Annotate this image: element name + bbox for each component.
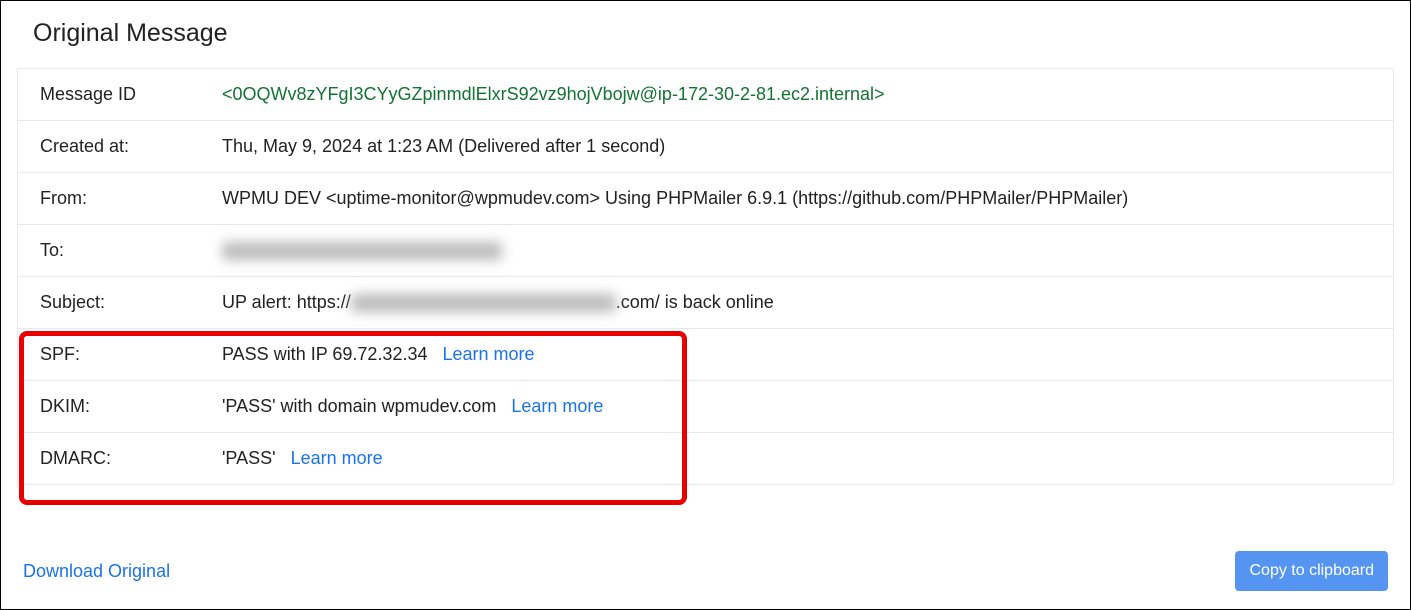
row-spf: SPF: PASS with IP 69.72.32.34 Learn more [18,329,1393,381]
value-dkim: 'PASS' with domain wpmudev.com Learn mor… [222,396,1371,417]
value-from: WPMU DEV <uptime-monitor@wpmudev.com> Us… [222,188,1371,209]
value-created-at: Thu, May 9, 2024 at 1:23 AM (Delivered a… [222,136,1371,157]
spf-learn-more-link[interactable]: Learn more [443,344,535,364]
download-original-link[interactable]: Download Original [23,561,170,582]
row-dkim: DKIM: 'PASS' with domain wpmudev.com Lea… [18,381,1393,433]
message-headers-table: Message ID <0OQWv8zYFgI3CYyGZpinmdlElxrS… [17,68,1394,485]
panel-title: Original Message [1,1,1410,60]
redacted-subject-domain [351,294,616,312]
row-created-at: Created at: Thu, May 9, 2024 at 1:23 AM … [18,121,1393,173]
row-message-id: Message ID <0OQWv8zYFgI3CYyGZpinmdlElxrS… [18,69,1393,121]
value-message-id: <0OQWv8zYFgI3CYyGZpinmdlElxrS92vz9hojVbo… [222,84,1371,105]
label-subject: Subject: [40,292,222,313]
copy-to-clipboard-button[interactable]: Copy to clipboard [1235,551,1388,591]
value-spf: PASS with IP 69.72.32.34 Learn more [222,344,1371,365]
label-message-id: Message ID [40,84,222,105]
row-from: From: WPMU DEV <uptime-monitor@wpmudev.c… [18,173,1393,225]
value-subject: UP alert: https:// .com/ is back online [222,292,1371,313]
subject-prefix: UP alert: https:// [222,292,351,313]
value-to [222,240,1371,261]
value-dmarc: 'PASS' Learn more [222,448,1371,469]
label-dmarc: DMARC: [40,448,222,469]
label-from: From: [40,188,222,209]
label-dkim: DKIM: [40,396,222,417]
redacted-to [222,242,502,260]
subject-suffix: .com/ is back online [616,292,774,313]
dkim-status: 'PASS' with domain wpmudev.com [222,396,496,416]
row-to: To: [18,225,1393,277]
footer-actions: Download Original Copy to clipboard [1,551,1410,591]
dmarc-learn-more-link[interactable]: Learn more [291,448,383,468]
label-spf: SPF: [40,344,222,365]
dmarc-status: 'PASS' [222,448,276,468]
row-subject: Subject: UP alert: https:// .com/ is bac… [18,277,1393,329]
spf-status: PASS with IP 69.72.32.34 [222,344,427,364]
original-message-panel: Original Message Message ID <0OQWv8zYFgI… [0,0,1411,610]
row-dmarc: DMARC: 'PASS' Learn more [18,433,1393,484]
dkim-learn-more-link[interactable]: Learn more [511,396,603,416]
label-to: To: [40,240,222,261]
label-created-at: Created at: [40,136,222,157]
